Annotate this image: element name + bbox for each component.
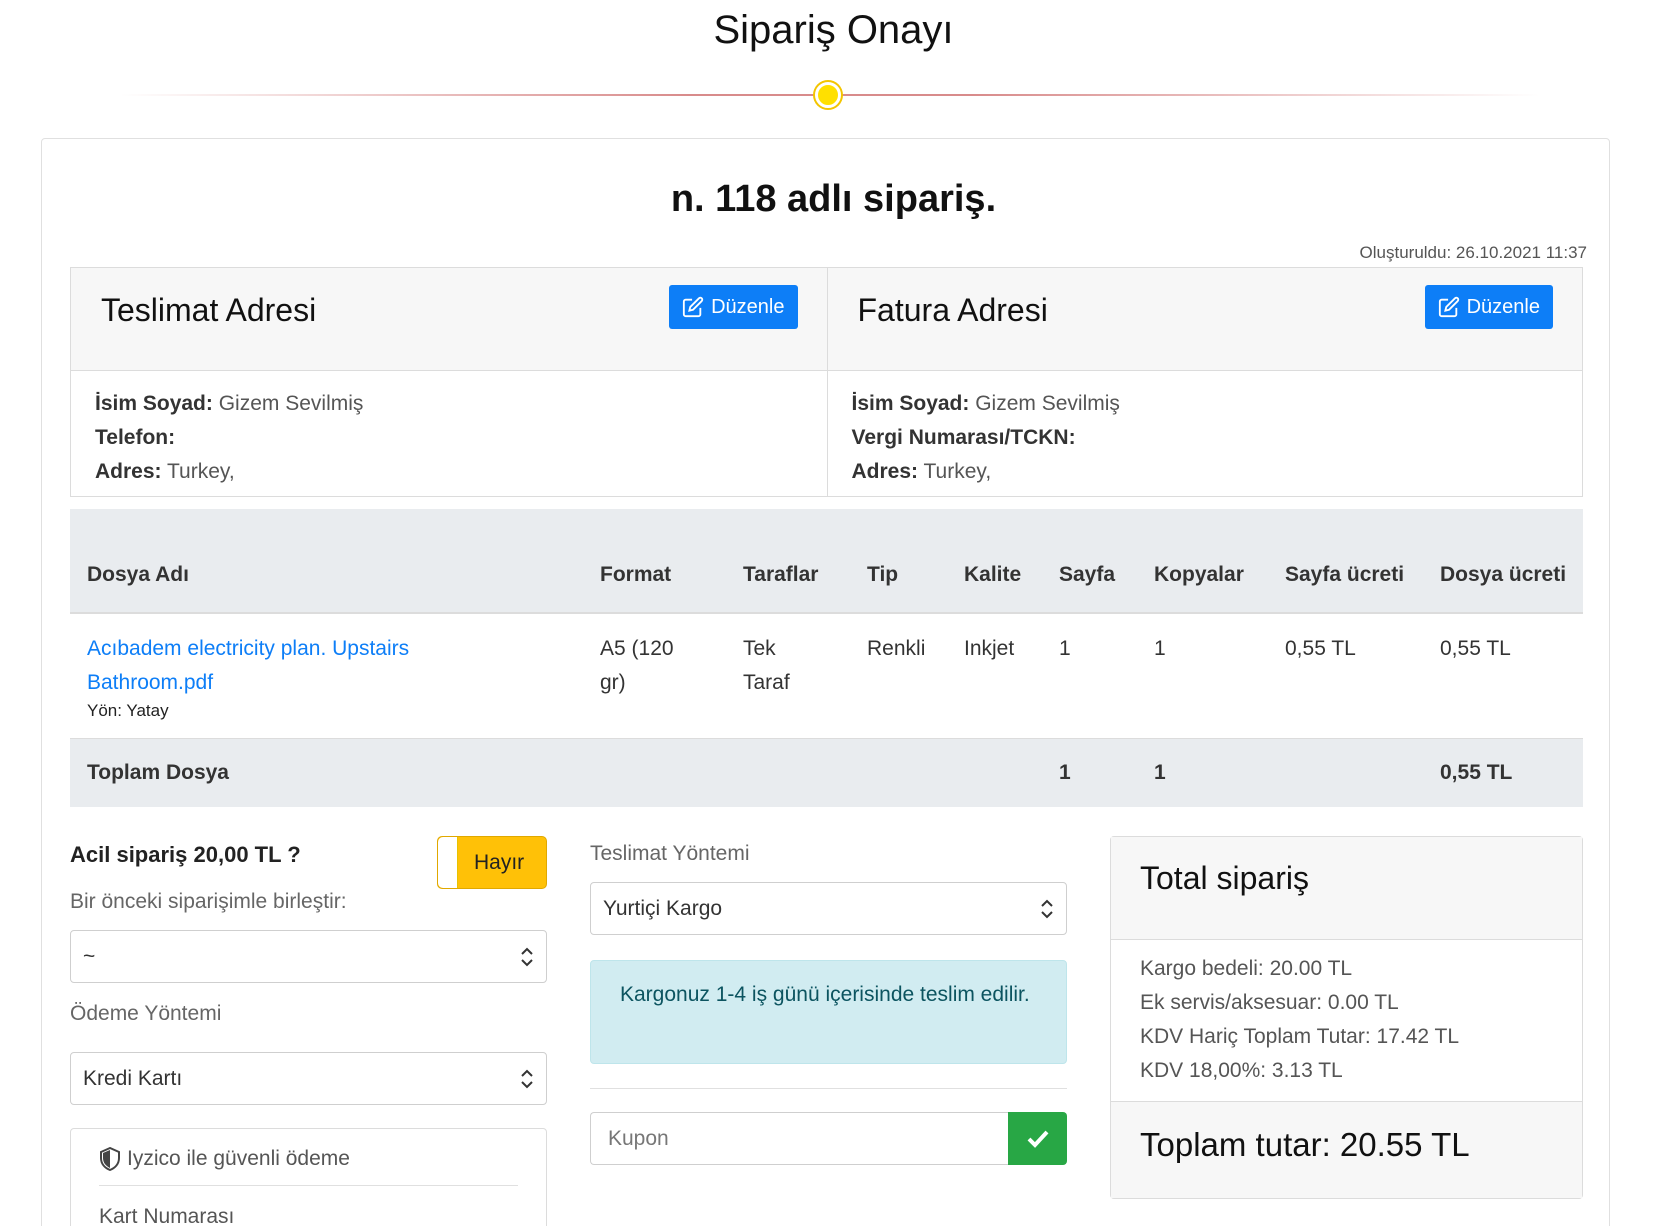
- order-total-breakdown: Kargo bedeli: 20.00 TL Ek servis/aksesua…: [1111, 940, 1582, 1102]
- order-grand-total: Toplam tutar: 20.55 TL: [1111, 1102, 1582, 1198]
- subtotal-excl-vat-line: KDV Hariç Toplam Tutar: 17.42 TL: [1140, 1025, 1460, 1048]
- order-title: n. 118 adlı sipariş.: [670, 178, 997, 220]
- billing-address-body: İsim Soyad: Gizem Sevilmiş Vergi Numaras…: [828, 371, 1583, 505]
- file-link[interactable]: Acıbadem electricity plan. Upstairs Bath…: [87, 637, 409, 694]
- delivery-method-label: Teslimat Yöntemi: [590, 842, 750, 865]
- iyzico-payment-box: Iyzico ile güvenli ödeme Kart Numarası: [70, 1128, 547, 1226]
- billing-address-value: Turkey,: [923, 460, 992, 483]
- page-title: Sipariş Onayı: [713, 8, 954, 52]
- merge-order-value: ~: [83, 944, 96, 968]
- files-table-header-row: Dosya Adı Format Taraflar Tip Kalite Say…: [70, 509, 1583, 614]
- col-pages: Sayfa: [1042, 509, 1137, 614]
- title-divider-dot: [815, 82, 841, 108]
- coupon-divider: [590, 1088, 1067, 1089]
- order-created-date: Oluşturuldu: 26.10.2021 11:37: [1359, 243, 1587, 262]
- payment-method-label: Ödeme Yöntemi: [70, 1002, 222, 1025]
- urgent-order-label: Acil sipariş 20,00 TL ?: [70, 842, 301, 867]
- order-total-panel: Total sipariş Kargo bedeli: 20.00 TL Ek …: [1110, 836, 1583, 1199]
- coupon-input[interactable]: [590, 1112, 1008, 1165]
- edit-billing-address-button[interactable]: Düzenle: [1424, 285, 1553, 329]
- shipping-address-header: Teslimat Adresi Düzenle: [71, 268, 827, 371]
- delivery-method-value: Yurtiçi Kargo: [603, 896, 723, 920]
- files-table: Dosya Adı Format Taraflar Tip Kalite Say…: [70, 509, 1583, 807]
- page-fee-cell: 0,55 TL: [1285, 637, 1356, 660]
- shipping-name-row: İsim Soyad: Gizem Sevilmiş: [95, 392, 364, 415]
- shipping-address-title: Teslimat Adresi: [101, 292, 317, 328]
- billing-address-title: Fatura Adresi: [857, 292, 1048, 328]
- col-copies: Kopyalar: [1137, 509, 1268, 614]
- toggle-knob: [438, 837, 458, 888]
- chevron-updown-icon: [521, 1069, 533, 1089]
- shipping-name-value: Gizem Sevilmiş: [218, 392, 364, 415]
- shipping-address-row: Adres: Turkey,: [95, 460, 235, 483]
- table-row: Acıbadem electricity plan. Upstairs Bath…: [70, 613, 1583, 739]
- billing-address-panel: Fatura Adresi Düzenle İsim Soyad: Gizem …: [826, 268, 1582, 496]
- shipping-phone-row: Telefon:: [95, 426, 176, 449]
- file-orientation: Yön: Yatay: [87, 701, 169, 720]
- address-section: Teslimat Adresi Düzenle İsim Soyad: Gize…: [70, 267, 1583, 497]
- iyzico-title-text: Iyzico ile güvenli ödeme: [127, 1147, 350, 1170]
- payment-method-value: Kredi Kartı: [83, 1066, 183, 1090]
- order-total-header: Total sipariş: [1111, 837, 1582, 940]
- col-page-fee: Sayfa ücreti: [1268, 509, 1423, 614]
- merge-order-select[interactable]: ~: [70, 930, 547, 983]
- col-file-name: Dosya Adı: [70, 509, 583, 614]
- apply-coupon-button[interactable]: [1008, 1112, 1067, 1165]
- delivery-method-select[interactable]: Yurtiçi Kargo: [590, 882, 1067, 935]
- edit-button-label: Düzenle: [711, 295, 785, 318]
- edit-shipping-address-button[interactable]: Düzenle: [669, 285, 798, 329]
- extra-service-line: Ek servis/aksesuar: 0.00 TL: [1140, 991, 1399, 1014]
- payment-method-select[interactable]: Kredi Kartı: [70, 1052, 547, 1105]
- copies-cell: 1: [1154, 637, 1166, 660]
- billing-address-row: Adres: Turkey,: [851, 460, 992, 483]
- billing-address-header: Fatura Adresi Düzenle: [827, 268, 1582, 371]
- edit-button-label: Düzenle: [1466, 295, 1540, 318]
- vat-line: KDV 18,00%: 3.13 TL: [1140, 1059, 1343, 1082]
- check-icon: [1027, 1130, 1048, 1148]
- sides-cell: Tek Taraf: [743, 637, 790, 694]
- iyzico-title: Iyzico ile güvenli ödeme: [99, 1147, 350, 1171]
- merge-order-label: Bir önceki siparişimle birleştir:: [70, 890, 347, 913]
- files-table-total-row: Toplam Dosya 1 1 0,55 TL: [70, 738, 1583, 807]
- chevron-updown-icon: [1041, 899, 1053, 919]
- col-format: Format: [583, 509, 726, 614]
- edit-icon: [1438, 296, 1459, 318]
- total-pages-cell: 1: [1042, 738, 1137, 807]
- file-name-cell: Acıbadem electricity plan. Upstairs Bath…: [70, 613, 583, 739]
- card-number-label: Kart Numarası: [99, 1205, 235, 1226]
- shipping-address-panel: Teslimat Adresi Düzenle İsim Soyad: Gize…: [71, 268, 827, 496]
- chevron-updown-icon: [521, 947, 533, 967]
- pages-cell: 1: [1059, 637, 1071, 660]
- shipping-fee-line: Kargo bedeli: 20.00 TL: [1140, 957, 1353, 980]
- delivery-info-alert: Kargonuz 1-4 iş günü içerisinde teslim e…: [590, 960, 1067, 1064]
- billing-name-value: Gizem Sevilmiş: [975, 392, 1120, 415]
- edit-icon: [683, 296, 704, 318]
- col-file-fee: Dosya ücreti: [1423, 509, 1583, 614]
- col-type: Tip: [850, 509, 947, 614]
- total-copies-cell: 1: [1137, 738, 1268, 807]
- urgent-order-toggle[interactable]: Hayır: [437, 836, 547, 889]
- type-cell: Renkli: [867, 637, 926, 660]
- coupon-group: [590, 1112, 1067, 1165]
- grand-total-text: Toplam tutar: 20.55 TL: [1140, 1126, 1470, 1163]
- quality-cell: Inkjet: [964, 637, 1015, 660]
- total-file-fee-cell: 0,55 TL: [1423, 738, 1583, 807]
- format-cell: A5 (120 gr): [600, 637, 674, 694]
- iyzico-divider: [99, 1185, 518, 1186]
- col-sides: Taraflar: [726, 509, 850, 614]
- col-quality: Kalite: [947, 509, 1042, 614]
- shield-icon: [100, 1147, 120, 1171]
- toggle-label: Hayır: [474, 851, 525, 874]
- total-label-cell: Toplam Dosya: [70, 738, 583, 807]
- billing-tax-row: Vergi Numarası/TCKN:: [851, 426, 1076, 449]
- order-total-title: Total sipariş: [1140, 860, 1309, 896]
- file-fee-cell: 0,55 TL: [1440, 637, 1511, 660]
- shipping-address-value: Turkey,: [167, 460, 235, 483]
- billing-name-row: İsim Soyad: Gizem Sevilmiş: [851, 392, 1120, 415]
- shipping-address-body: İsim Soyad: Gizem Sevilmiş Telefon: Adre…: [71, 371, 827, 505]
